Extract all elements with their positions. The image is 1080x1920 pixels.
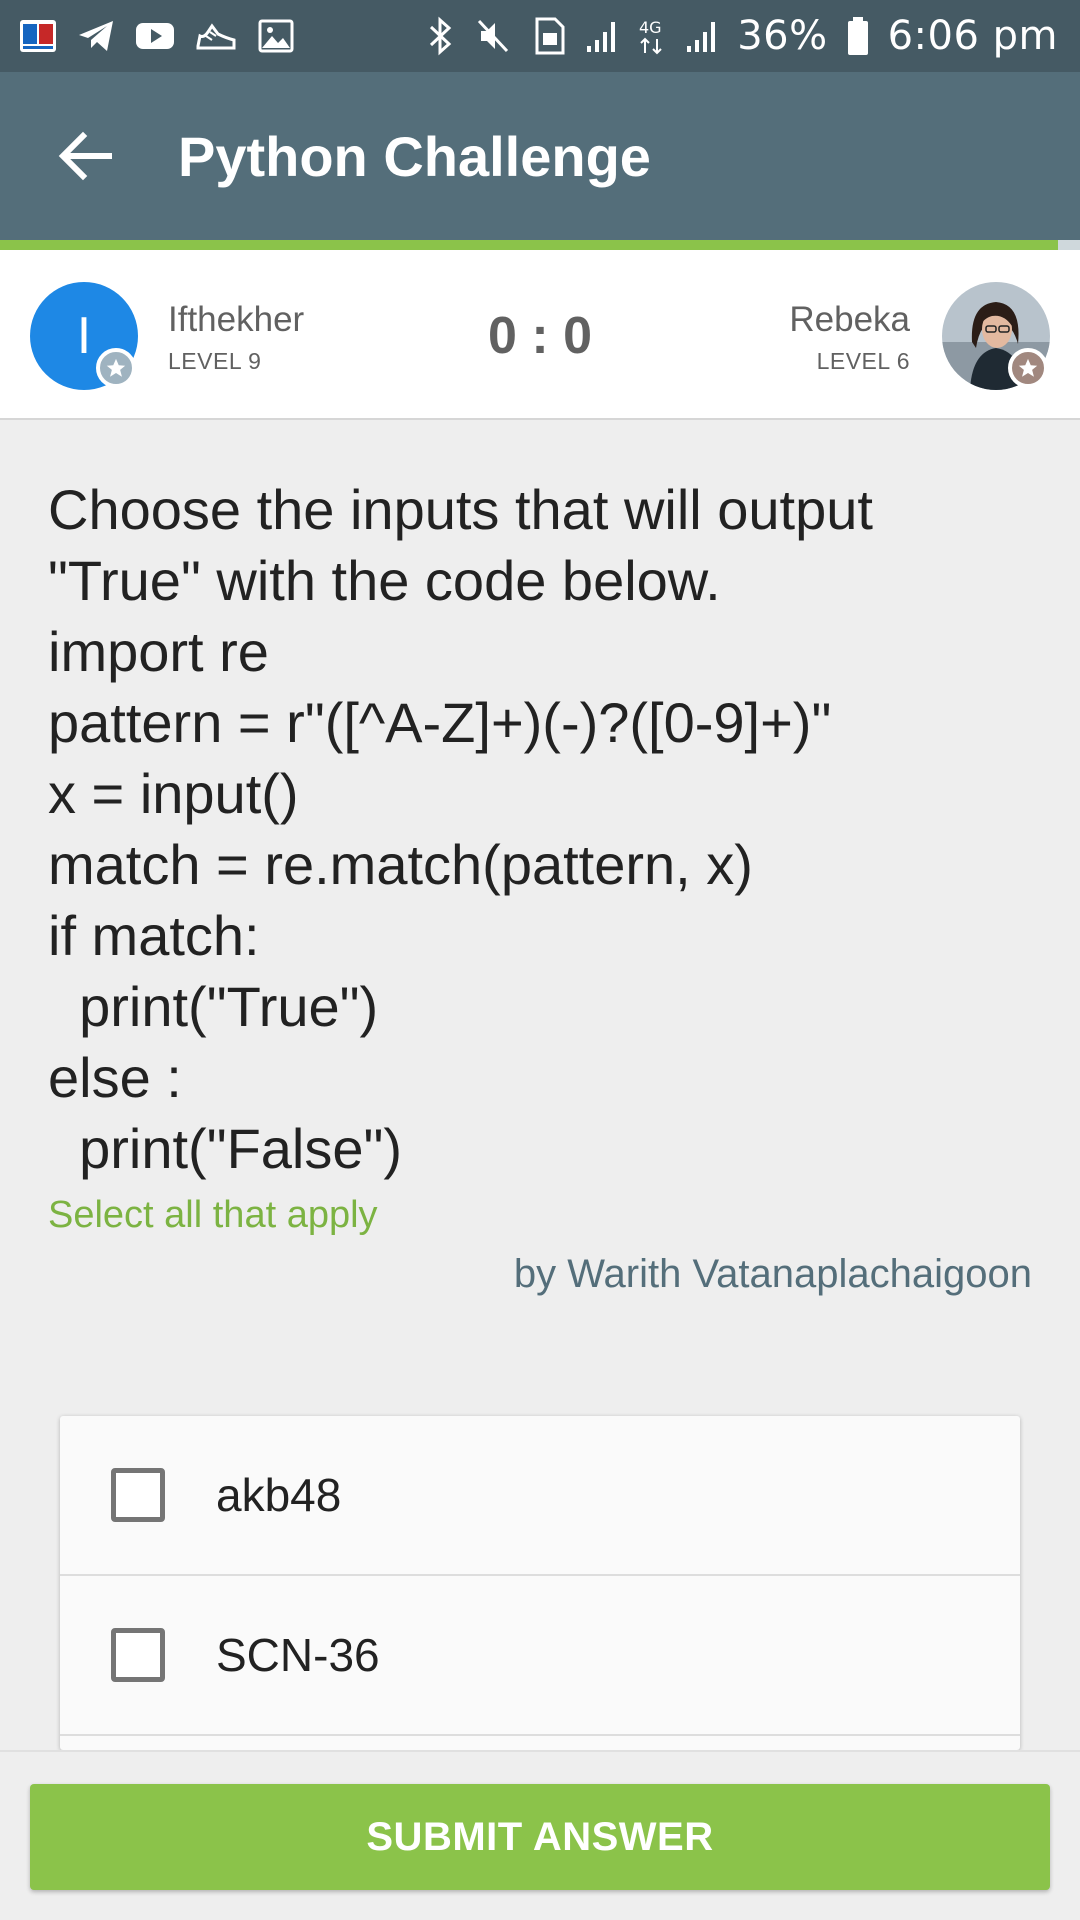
option-item[interactable]: SCN-36 xyxy=(60,1576,1020,1736)
status-bar-system: 4G 36% 6:06 pm xyxy=(425,13,1058,59)
player-right-badge xyxy=(1008,348,1048,388)
question-text: Choose the inputs that will output "True… xyxy=(48,474,1038,1184)
app-bar: Python Challenge xyxy=(0,72,1080,240)
signal-icon xyxy=(585,14,619,58)
option-checkbox[interactable] xyxy=(111,1628,165,1682)
clock: 6:06 pm xyxy=(887,13,1058,59)
signal-icon-2 xyxy=(685,14,719,58)
code-line: x = input() xyxy=(48,762,299,825)
option-label: akb48 xyxy=(216,1469,342,1521)
bluetooth-icon xyxy=(425,14,455,58)
question-line: "True" with the code below. xyxy=(48,549,721,612)
option-checkbox[interactable] xyxy=(111,1468,165,1522)
answer-options: akb48 SCN-36 xyxy=(60,1416,1020,1750)
data-icon xyxy=(531,14,567,58)
bottom-bar: SUBMIT ANSWER xyxy=(0,1750,1080,1920)
battery-percent: 36% xyxy=(737,13,828,59)
star-icon xyxy=(1018,358,1038,377)
player-right-name: Rebeka xyxy=(789,300,910,339)
submit-answer-button[interactable]: SUBMIT ANSWER xyxy=(30,1784,1050,1890)
question-author: by Warith Vatanaplachaigoon xyxy=(513,1252,1032,1296)
status-bar: 4G 36% 6:06 pm xyxy=(0,0,1080,72)
telegram-icon xyxy=(76,14,116,58)
code-line: else : xyxy=(48,1046,182,1109)
shoe-icon xyxy=(194,14,238,58)
youtube-icon xyxy=(134,14,176,58)
code-line: print("False") xyxy=(48,1117,403,1180)
player-right-level: LEVEL 6 xyxy=(816,348,910,374)
code-line: print("True") xyxy=(48,975,379,1038)
star-icon xyxy=(106,358,126,377)
player-left-level: LEVEL 9 xyxy=(168,348,262,374)
code-line: import re xyxy=(48,620,269,683)
mute-icon xyxy=(473,14,513,58)
svg-text:4G: 4G xyxy=(639,18,662,37)
battery-icon xyxy=(846,14,870,58)
screen: 4G 36% 6:06 pm Python Challenge I Ifthek… xyxy=(0,0,1080,1920)
progress-bar xyxy=(0,240,1080,250)
select-hint: Select all that apply xyxy=(48,1194,378,1236)
arrow-left-icon xyxy=(58,131,112,181)
player-left-name: Ifthekher xyxy=(168,300,305,339)
page-title: Python Challenge xyxy=(178,124,651,188)
progress-fill xyxy=(0,240,1059,250)
bangla-app-icon xyxy=(18,14,58,58)
back-button[interactable] xyxy=(30,101,140,211)
players-header: I Ifthekher LEVEL 9 0 : 0 Rebeka LEVEL 6 xyxy=(0,250,1080,420)
4g-icon: 4G xyxy=(637,14,667,58)
code-line: if match: xyxy=(48,904,260,967)
option-item[interactable] xyxy=(60,1736,1020,1750)
option-item[interactable]: akb48 xyxy=(60,1416,1020,1576)
status-bar-notifications xyxy=(18,14,296,58)
option-label: SCN-36 xyxy=(216,1629,380,1681)
score: 0 : 0 xyxy=(487,307,593,365)
code-line: pattern = r"([^A-Z]+)(-)?([0-9]+)" xyxy=(48,691,832,754)
image-icon xyxy=(256,14,296,58)
question-line: Choose the inputs that will output xyxy=(48,478,873,541)
code-line: match = re.match(pattern, x) xyxy=(48,833,753,896)
player-left-badge xyxy=(96,348,136,388)
